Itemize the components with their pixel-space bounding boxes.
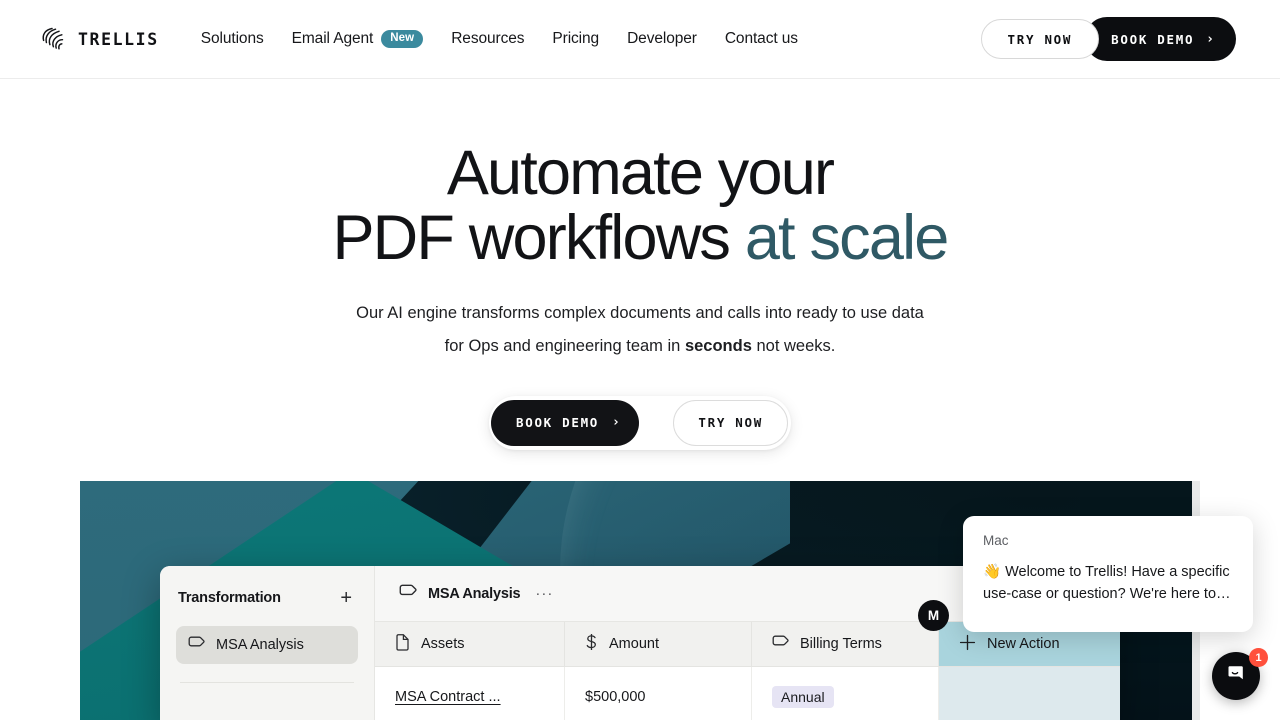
- nav-item-label: Solutions: [200, 30, 264, 47]
- page-title: Automate your PDF workflows at scale: [0, 141, 1280, 271]
- sidebar-item-msa-analysis[interactable]: MSA Analysis: [176, 626, 358, 664]
- app-sidebar: Transformation + MSA Analysis: [160, 566, 375, 720]
- tag-icon: [399, 584, 417, 604]
- nav-item-label: Developer: [627, 30, 697, 47]
- landing-page: TRELLIS Solutions Email Agent New Resour…: [0, 0, 1280, 720]
- sidebar-title: Transformation: [178, 590, 281, 606]
- plus-icon: [959, 634, 976, 655]
- nav-item-label: Pricing: [552, 30, 600, 47]
- table-row: MSA Contract ... $500,000 Annual: [375, 667, 1120, 720]
- main-tab-label: MSA Analysis: [428, 585, 521, 602]
- hero-book-demo-label: BOOK DEMO: [516, 415, 600, 431]
- cell-billing-terms[interactable]: Annual: [752, 667, 939, 720]
- cell-new-action[interactable]: [939, 667, 1120, 720]
- intercom-message-text: 👋 Welcome to Trellis! Have a specific us…: [983, 564, 1231, 602]
- nav-item-developer[interactable]: Developer: [627, 30, 697, 48]
- hero-try-now-label: TRY NOW: [698, 415, 763, 431]
- tag-icon: [772, 635, 789, 653]
- hero-subtitle-part-2: not weeks.: [751, 336, 836, 355]
- nav-book-demo-label: BOOK DEMO: [1111, 31, 1195, 47]
- overflow-menu-icon[interactable]: ···: [535, 585, 553, 602]
- chevron-right-icon: ›: [1206, 31, 1214, 47]
- nav-item-resources[interactable]: Resources: [451, 30, 524, 48]
- column-header-label: Assets: [421, 636, 465, 652]
- hero-subtitle-bold: seconds: [684, 336, 752, 355]
- column-header-label: Billing Terms: [800, 636, 882, 652]
- hero-cta-group: BOOK DEMO › TRY NOW: [489, 395, 791, 450]
- document-icon: [395, 633, 410, 655]
- column-header-assets[interactable]: Assets: [375, 622, 565, 667]
- nav-item-solutions[interactable]: Solutions: [201, 30, 264, 48]
- nav-action-buttons: TRY NOW BOOK DEMO ›: [980, 17, 1236, 61]
- sidebar-item-label: MSA Analysis: [216, 637, 304, 653]
- chat-bubble-icon: [1224, 662, 1248, 691]
- asset-link[interactable]: MSA Contract ...: [395, 689, 501, 705]
- hero-try-now-button[interactable]: TRY NOW: [673, 399, 788, 446]
- sidebar-header: Transformation +: [176, 588, 358, 608]
- nav-item-label: Contact us: [724, 30, 798, 47]
- nav-item-pricing[interactable]: Pricing: [552, 30, 599, 48]
- hero-book-demo-button[interactable]: BOOK DEMO ›: [491, 399, 639, 446]
- nav-item-label: Resources: [451, 30, 525, 47]
- nav-try-now-label: TRY NOW: [1007, 31, 1073, 47]
- data-table: Assets Amount Billing Terms New Action M…: [375, 622, 1120, 720]
- nav-book-demo-button[interactable]: BOOK DEMO ›: [1085, 17, 1236, 61]
- trellis-spiral-logo-icon: [38, 25, 66, 53]
- top-navigation-bar: TRELLIS Solutions Email Agent New Resour…: [0, 0, 1280, 79]
- nav-links: Solutions Email Agent New Resources Pric…: [201, 29, 798, 49]
- amount-value: $500,000: [585, 688, 646, 705]
- brand-name: TRELLIS: [78, 29, 159, 49]
- nav-try-now-button[interactable]: TRY NOW: [980, 19, 1100, 59]
- column-header-amount[interactable]: Amount: [565, 622, 752, 667]
- tag-icon: [188, 636, 205, 655]
- plus-icon[interactable]: +: [340, 588, 352, 608]
- cell-amount[interactable]: $500,000: [565, 667, 752, 720]
- hero-title-line-2: PDF workflows: [332, 202, 745, 273]
- hero-subtitle: Our AI engine transforms complex documen…: [350, 297, 930, 363]
- intercom-message-card[interactable]: Mac 👋 Welcome to Trellis! Have a specifi…: [963, 516, 1253, 632]
- sidebar-divider: [180, 682, 354, 683]
- billing-terms-badge: Annual: [772, 685, 834, 708]
- nav-item-email-agent[interactable]: Email Agent New: [291, 29, 424, 49]
- chevron-right-icon: ›: [612, 415, 620, 431]
- nav-item-label: Email Agent: [291, 30, 374, 47]
- column-header-label: New Action: [987, 636, 1060, 652]
- brand-logo-link[interactable]: TRELLIS: [38, 25, 159, 53]
- intercom-unread-badge: 1: [1249, 648, 1268, 667]
- intercom-sender-name: Mac: [983, 533, 1009, 548]
- new-badge: New: [381, 29, 424, 49]
- cell-assets[interactable]: MSA Contract ...: [375, 667, 565, 720]
- dollar-icon: [585, 633, 598, 655]
- avatar-initial: M: [927, 608, 940, 623]
- nav-item-contact-us[interactable]: Contact us: [725, 30, 798, 48]
- column-header-billing-terms[interactable]: Billing Terms: [752, 622, 939, 667]
- avatar: M: [918, 600, 949, 631]
- hero-title-line-1: Automate your: [446, 138, 835, 208]
- column-header-label: Amount: [609, 636, 659, 652]
- hero-title-accent: at scale: [744, 202, 950, 273]
- hero-section: Automate your PDF workflows at scale Our…: [0, 79, 1280, 450]
- hero-subtitle-part-1: Our AI engine transforms complex documen…: [356, 303, 924, 355]
